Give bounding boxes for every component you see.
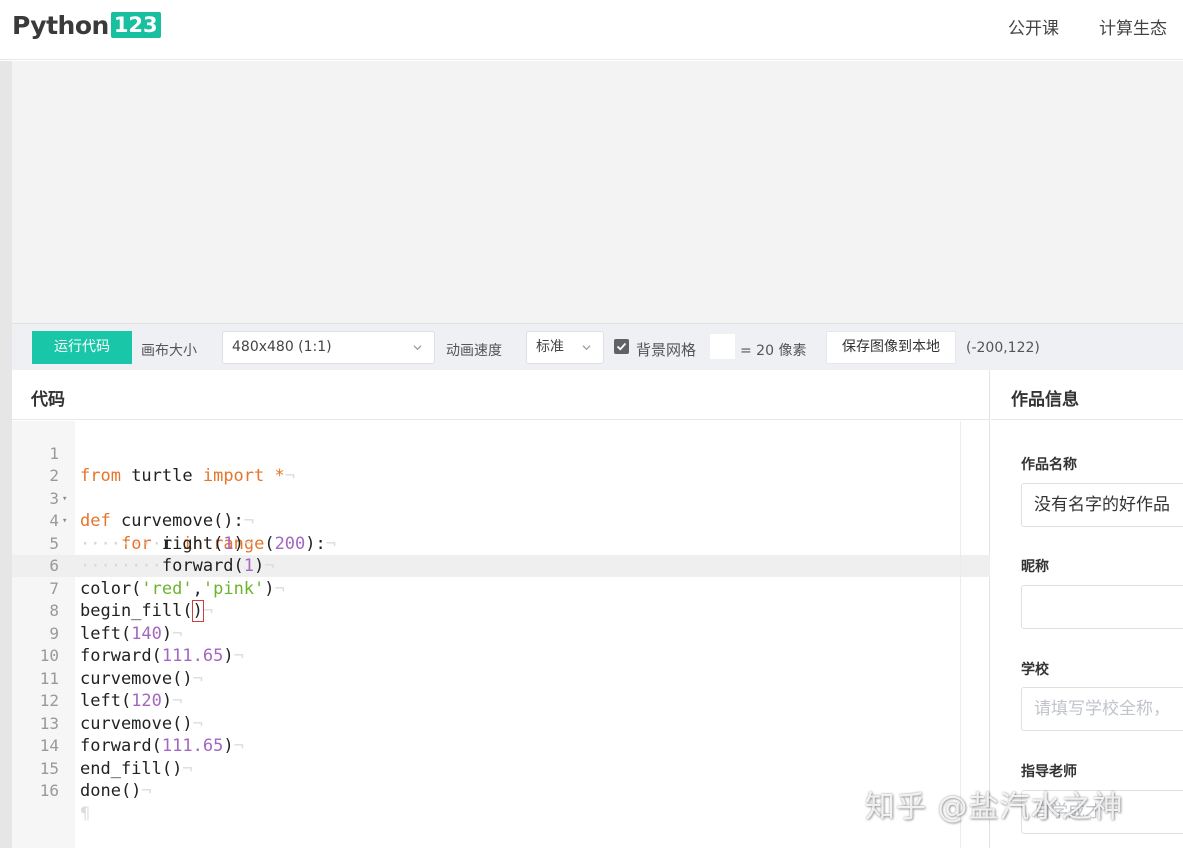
code-panel: 代码 1 from turtle import *¬ 2 ▾ def curve… [12,370,990,848]
code-panel-header: 代码 [12,370,990,420]
code-line[interactable]: 1 from turtle import *¬ [12,420,990,487]
work-name-input[interactable]: 没有名字的好作品 [1021,483,1183,527]
code-line[interactable]: 2 ▾ def curvemove():¬ [12,443,990,531]
turtle-canvas [0,61,1183,323]
info-panel-title: 作品信息 [1011,390,1079,410]
canvas-size-label: 画布大小 [141,343,197,359]
code-line[interactable]: 6 color('red','pink')¬ [12,533,990,599]
cursor-coordinates: (-200,122) [966,340,1040,356]
work-info-panel: 作品信息 作品名称 没有名字的好作品 昵称 学校 请填写学校全称， 指导老师 自… [991,370,1183,848]
canvas-size-value: 480x480 (1:1) [232,339,332,355]
code-editor[interactable]: 1 from turtle import *¬ 2 ▾ def curvemov… [12,420,990,824]
nav-computing-ecosystem[interactable]: 计算生态 [1099,14,1167,39]
grid-checkbox[interactable] [614,339,629,354]
animation-speed-label: 动画速度 [446,343,502,359]
animation-speed-value: 标准 [536,339,564,355]
canvas-size-select[interactable]: 480x480 (1:1) [222,331,435,364]
grid-label: 背景网格 [636,341,697,359]
code-line[interactable]: 3 ▾ ····for i in range(200):¬ [12,465,990,554]
code-line[interactable]: 11 left(120)¬ [12,645,990,712]
code-line[interactable]: 12 curvemove()¬ [12,668,990,734]
code-line[interactable]: 4 ········right(1)¬ [12,488,990,554]
code-line[interactable]: 15 done()¬ [12,735,990,802]
line-number: 16 [39,781,59,800]
code-line[interactable]: 9 forward(111.65)¬ [12,600,990,667]
nickname-label: 昵称 [1021,559,1049,575]
logo-text: Python [12,10,109,40]
run-code-button[interactable]: 运行代码 [32,331,132,364]
school-input[interactable]: 请填写学校全称， [1021,687,1183,731]
code-line-active[interactable]: 7 begin_fill()¬ [12,555,990,622]
checkmark-icon [616,342,627,351]
advisor-label: 指导老师 [1021,764,1077,780]
code-line[interactable]: 13 forward(111.65)¬ [12,690,990,757]
nav-open-courses[interactable]: 公开课 [1008,14,1059,39]
code-line[interactable]: 5 ········forward(1)¬ [12,510,990,577]
logo-number-badge: 123 [110,12,161,38]
python123-logo[interactable]: Python 123 [12,9,161,41]
animation-speed-select[interactable]: 标准 [526,331,604,364]
editor-toolbar: 运行代码 画布大小 480x480 (1:1) 动画速度 标准 背景网格 = 2… [12,323,1183,370]
left-edge-bar [0,61,12,848]
save-image-button[interactable]: 保存图像到本地 [826,331,956,364]
grid-unit-label: = 20 像素 [740,343,807,359]
code-line[interactable]: 14 end_fill()¬ [12,713,990,779]
code-line[interactable]: 8 left(140)¬ [12,578,990,644]
code-line[interactable]: 10 curvemove()¬ [12,623,990,689]
work-name-label: 作品名称 [1021,457,1077,473]
top-nav: 公开课 计算生态 [1008,14,1167,39]
zhihu-watermark: 知乎 @盐汽水之神 [865,790,1124,825]
chevron-down-icon [582,345,591,351]
code-panel-title: 代码 [31,390,65,410]
top-header: Python 123 公开课 计算生态 [0,0,1183,60]
code-text: ¶ [80,803,91,824]
school-label: 学校 [1021,662,1049,678]
nickname-input[interactable] [1021,585,1183,629]
code-line[interactable]: 16 ¶ [12,758,990,824]
chevron-down-icon [413,345,422,351]
grid-size-input[interactable] [710,334,735,359]
code-text: done()¬ [80,781,152,801]
info-panel-header: 作品信息 [991,370,1183,420]
